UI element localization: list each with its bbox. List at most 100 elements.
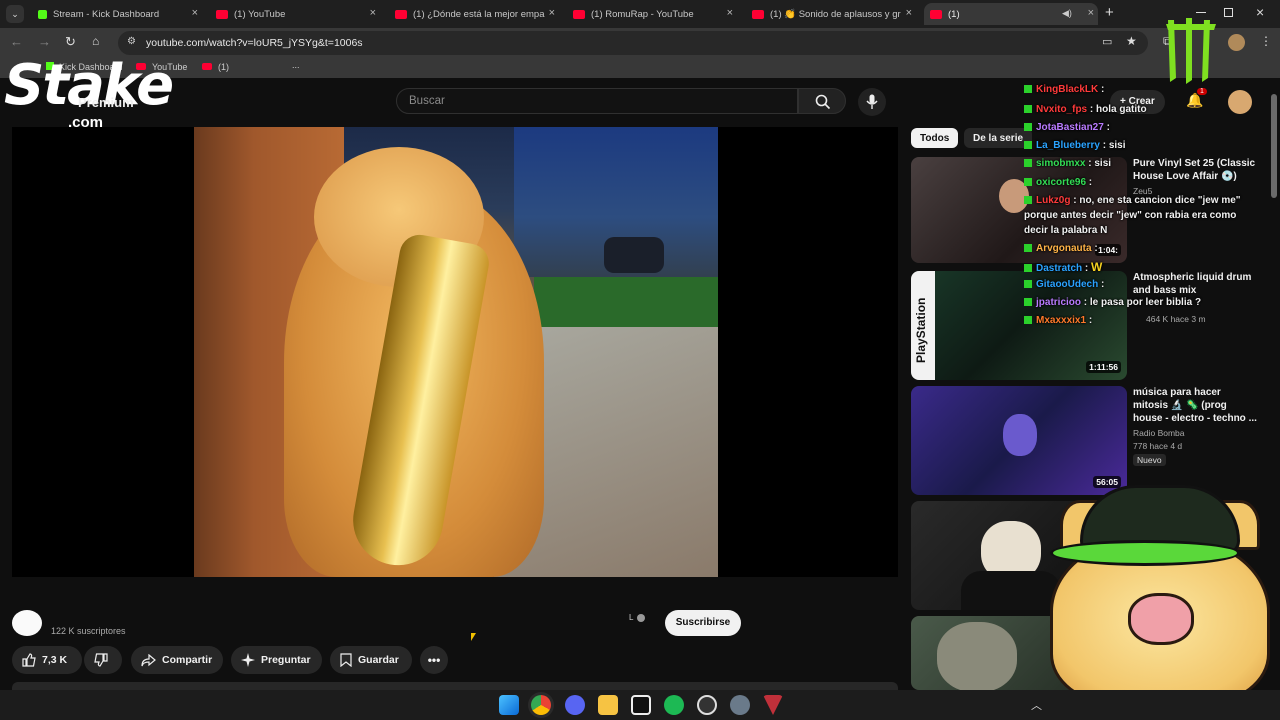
- bookmark-1[interactable]: (1): [202, 62, 229, 72]
- sidebar-channel-3[interactable]: Radio Bomba: [1133, 428, 1185, 438]
- tab-youtube-4[interactable]: (1) 👏 Sonido de aplausos y gr ×: [746, 3, 916, 25]
- sidebar-title-1[interactable]: Pure Vinyl Set 25 (Classic House Love Af…: [1133, 157, 1257, 183]
- sidebar-title-2[interactable]: Atmospheric liquid drum and bass mix: [1133, 271, 1257, 297]
- folder-icon[interactable]: [598, 695, 618, 715]
- close-icon[interactable]: ×: [370, 7, 376, 19]
- close-window-button[interactable]: ×: [1256, 4, 1264, 20]
- kick-badge-icon: [1024, 178, 1032, 186]
- chat-user: JotaBastian27: [1036, 122, 1104, 133]
- bookmark-more[interactable]: ...: [292, 60, 300, 70]
- scrollbar[interactable]: [1271, 94, 1277, 198]
- share-button[interactable]: Compartir: [131, 646, 223, 674]
- search-button[interactable]: [798, 88, 846, 114]
- video-player[interactable]: [12, 127, 898, 577]
- menu-icon[interactable]: ⋮: [1260, 34, 1272, 48]
- star-icon[interactable]: ★: [1126, 34, 1137, 48]
- chat-message: Lukz0g : no, ene sta cancion dice "jew m…: [1024, 195, 1241, 207]
- sidebar-meta-2: 464 K hace 3 m: [1146, 314, 1206, 324]
- tray-chevron-icon[interactable]: ︿: [1031, 697, 1042, 713]
- account-avatar[interactable]: [1228, 90, 1252, 114]
- discord-icon[interactable]: [565, 695, 585, 715]
- browser-tab-bar: ⌄ Stream - Kick Dashboard × (1) YouTube …: [0, 0, 1280, 28]
- subscribe-button[interactable]: Suscribirse: [665, 610, 741, 636]
- sidebar-title-3[interactable]: música para hacer mitosis 🔬 🦠 (prog hous…: [1133, 386, 1257, 425]
- youtube-icon: [216, 9, 228, 19]
- close-icon[interactable]: ×: [549, 7, 555, 19]
- search-placeholder: Buscar: [409, 95, 445, 107]
- kick-badge-icon: [1024, 159, 1032, 167]
- youtube-icon: [395, 9, 407, 19]
- back-button[interactable]: ←: [10, 34, 23, 49]
- site-info-icon[interactable]: ⚙: [127, 36, 136, 47]
- tab-search-button[interactable]: ⌄: [6, 5, 24, 23]
- spotify-icon[interactable]: [664, 695, 684, 715]
- restore-button[interactable]: [1224, 8, 1233, 17]
- kick-icon: [38, 9, 47, 19]
- chip-all[interactable]: Todos: [911, 128, 959, 148]
- dislike-button[interactable]: [84, 646, 122, 674]
- close-icon[interactable]: ×: [906, 7, 912, 19]
- more-actions-button[interactable]: •••: [420, 646, 448, 674]
- chat-text: no, ene sta cancion dice "jew me": [1079, 195, 1241, 206]
- close-icon[interactable]: ×: [1088, 7, 1094, 19]
- address-bar[interactable]: ⚙ youtube.com/watch?v=loUR5_jYSYg&t=1006…: [118, 31, 1148, 55]
- like-button[interactable]: 7,3 K: [12, 646, 82, 674]
- tab-youtube-2[interactable]: (1) ¿Dónde está la mejor empa ×: [389, 3, 559, 25]
- channel-avatar[interactable]: [12, 610, 42, 636]
- cast-icon[interactable]: ▭: [1102, 35, 1112, 48]
- search-icon: [815, 94, 831, 110]
- bookmark-icon: [340, 653, 352, 667]
- save-label: Guardar: [358, 654, 399, 666]
- subscriber-count: 122 K suscriptores: [51, 626, 126, 636]
- voice-search-button[interactable]: [858, 88, 886, 116]
- notifications-button[interactable]: 🔔 1: [1186, 88, 1207, 109]
- settings-icon[interactable]: [730, 695, 750, 715]
- tab-youtube-1[interactable]: (1) YouTube ×: [210, 3, 380, 25]
- new-tab-button[interactable]: +: [1105, 4, 1114, 21]
- tab-youtube-3[interactable]: (1) RomuRap - YouTube ×: [567, 3, 737, 25]
- home-button[interactable]: ⌂: [92, 34, 99, 48]
- chat-user: Nvxito_fps: [1036, 104, 1088, 115]
- chrome-icon[interactable]: [531, 695, 551, 715]
- chip-series[interactable]: De la serie: [964, 128, 1033, 148]
- chat-message: Arvgonauta :: [1024, 243, 1098, 255]
- tab-kick-dashboard[interactable]: Stream - Kick Dashboard ×: [32, 3, 202, 25]
- windows-taskbar: ︿: [0, 690, 1280, 720]
- app-icon[interactable]: [763, 695, 783, 715]
- chat-user: simobmxx: [1036, 158, 1086, 169]
- chat-message: oxicorte96 :: [1024, 177, 1092, 189]
- forward-button[interactable]: →: [38, 34, 51, 49]
- media-icon[interactable]: [631, 695, 651, 715]
- kick-badge-icon: [1024, 85, 1032, 93]
- sidebar-thumbnail-3[interactable]: 56:05: [911, 386, 1127, 495]
- description-box[interactable]: [12, 682, 898, 690]
- chat-text: W: [1091, 260, 1103, 274]
- start-icon[interactable]: [499, 695, 519, 715]
- monster-claw-icon: [1166, 18, 1216, 84]
- speaker-icon[interactable]: ◀): [1062, 8, 1072, 19]
- youtube-icon: [573, 9, 585, 19]
- thumb-person: [1003, 414, 1037, 456]
- close-icon[interactable]: ×: [727, 7, 733, 19]
- streamer-avatar-overlay: [1040, 485, 1280, 705]
- save-button[interactable]: Guardar: [330, 646, 412, 674]
- tab-youtube-active[interactable]: (1) ◀) ×: [924, 3, 1098, 25]
- tab-label: (1) RomuRap - YouTube: [591, 8, 694, 20]
- chat-message: Dastratch : W: [1024, 261, 1102, 275]
- minimize-button[interactable]: [1196, 12, 1206, 13]
- avatar-cap-brim: [1050, 540, 1240, 566]
- channel-name-fragment: L: [629, 613, 634, 622]
- reload-button[interactable]: ↻: [65, 34, 76, 50]
- youtube-premium-fragment[interactable]: Premium: [78, 95, 134, 110]
- kick-badge-icon: [1024, 244, 1032, 252]
- close-icon[interactable]: ×: [192, 7, 198, 19]
- profile-avatar[interactable]: [1228, 34, 1245, 51]
- chat-message: La_Blueberry : sisi: [1024, 140, 1126, 152]
- thumbs-down-icon: [94, 653, 108, 667]
- chat-message: KingBlackLK :: [1024, 84, 1104, 96]
- chat-message-continued: porque antes decir "jew" con rabia era c…: [1024, 210, 1237, 221]
- search-input[interactable]: Buscar: [396, 88, 798, 114]
- ask-button[interactable]: Preguntar: [231, 646, 322, 674]
- obs-icon[interactable]: [697, 695, 717, 715]
- chat-user: GitaooUdech: [1036, 279, 1099, 290]
